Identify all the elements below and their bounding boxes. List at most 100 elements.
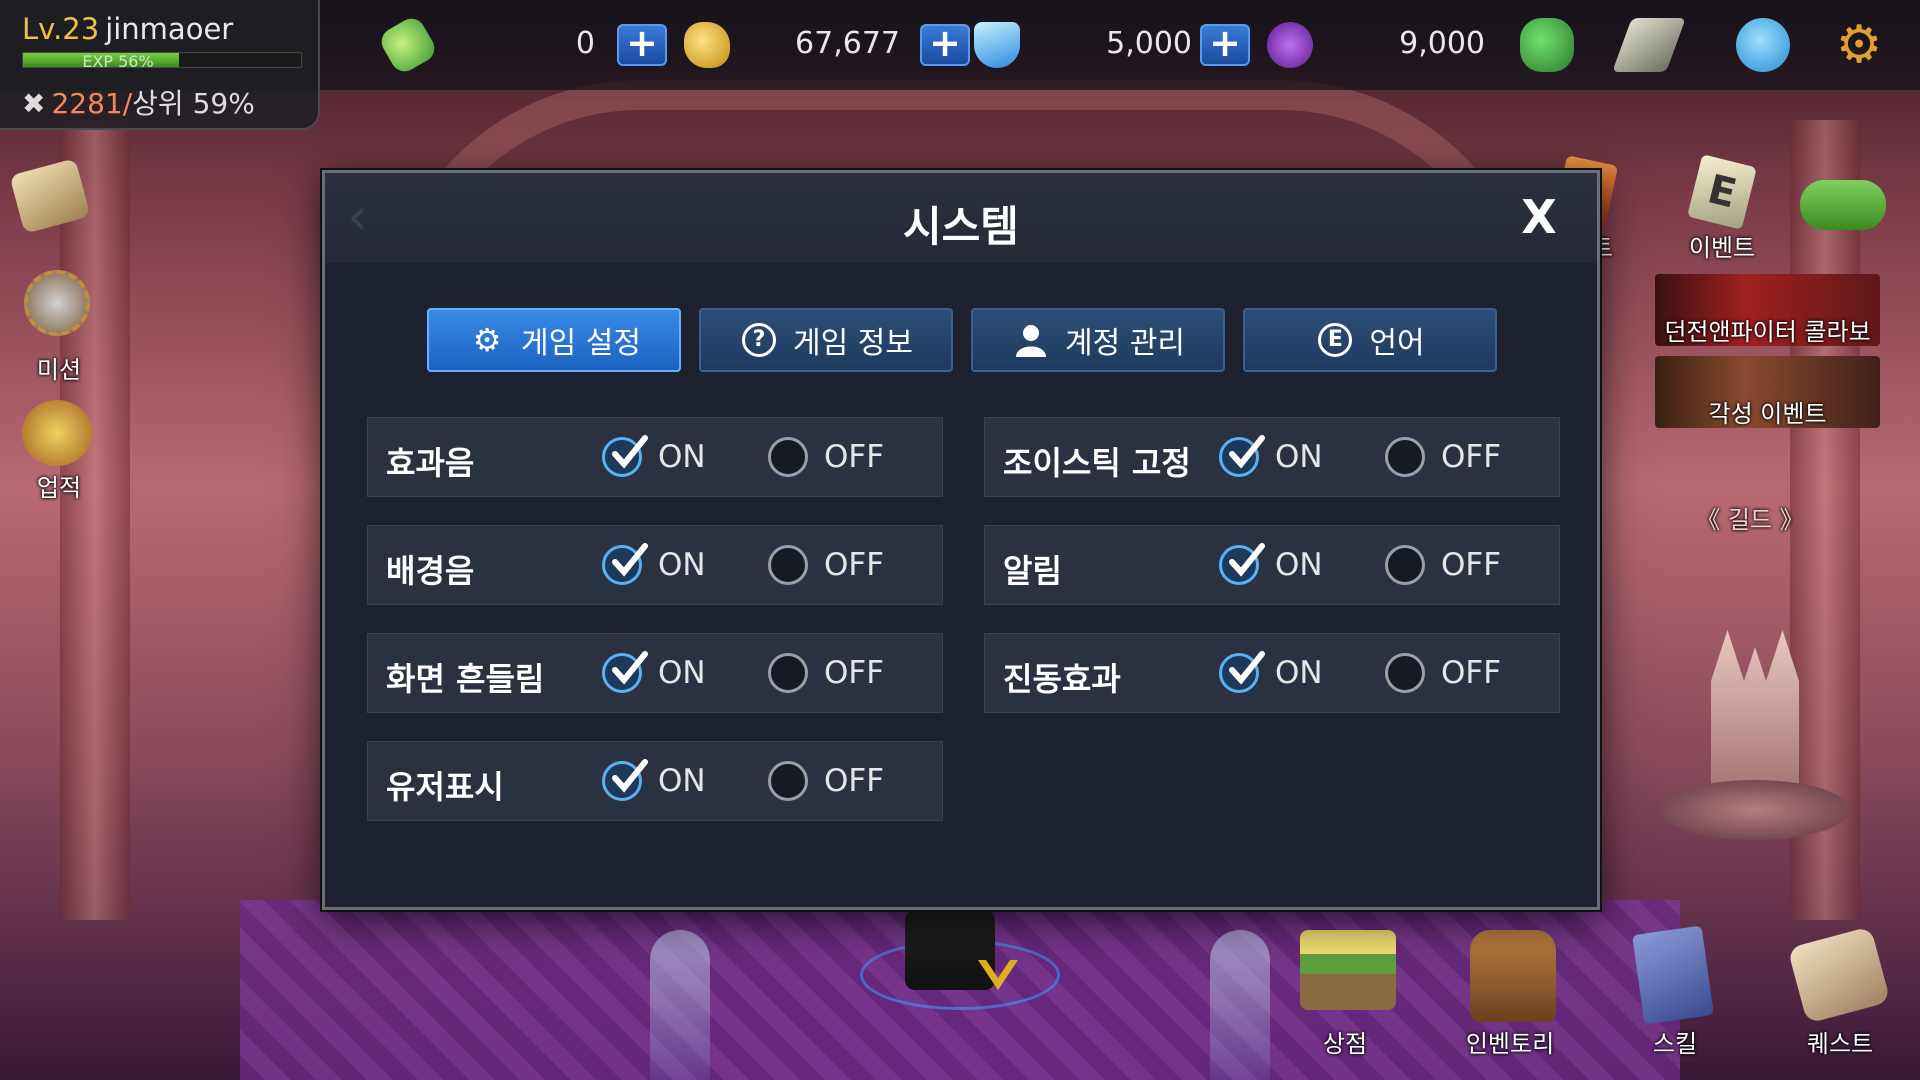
checkmark-icon xyxy=(1219,435,1265,477)
add-stamina-button[interactable]: + xyxy=(617,24,667,66)
off-label: OFF xyxy=(1441,655,1502,691)
checkmark-icon xyxy=(602,543,648,585)
off-option[interactable]: OFF xyxy=(1385,650,1501,696)
rank-percent: 상위 59% xyxy=(132,87,255,120)
gear-icon: ⚙ xyxy=(472,321,502,359)
achievement-label: 업적 xyxy=(36,474,82,502)
off-option[interactable]: OFF xyxy=(1385,542,1501,588)
crystal-value: 9,000 xyxy=(1399,26,1485,61)
on-option[interactable]: ON xyxy=(1219,650,1323,696)
tab-game-settings[interactable]: ⚙ 게임 설정 xyxy=(427,308,681,372)
question-icon: ? xyxy=(739,320,779,360)
player-profile[interactable]: Lv.23 jinmaoer EXP 56% ✖ 2281/상위 59% xyxy=(0,0,320,130)
close-button[interactable]: X xyxy=(1509,187,1569,247)
scroll-icon xyxy=(9,158,91,234)
add-gold-button[interactable]: + xyxy=(920,24,970,66)
setting-label: 알림 xyxy=(1003,552,1062,590)
on-option[interactable]: ON xyxy=(602,758,706,804)
setting-label: 유저표시 xyxy=(386,768,504,806)
tab-label: 언어 xyxy=(1369,326,1425,361)
tab-game-info[interactable]: ? 게임 정보 xyxy=(699,308,953,372)
player-character[interactable] xyxy=(905,910,995,990)
on-option[interactable]: ON xyxy=(602,434,706,480)
on-label: ON xyxy=(1275,655,1323,691)
chat-bubble-icon[interactable] xyxy=(1736,18,1790,72)
off-label: OFF xyxy=(824,655,885,691)
setting-label: 효과음 xyxy=(386,444,475,482)
setting-label: 화면 흔들림 xyxy=(386,660,545,698)
tab-account-management[interactable]: 계정 관리 xyxy=(971,308,1225,372)
dialog-header: ‹ 시스템 X xyxy=(325,173,1597,263)
tab-label: 계정 관리 xyxy=(1065,326,1185,361)
radio-empty-icon xyxy=(768,437,808,477)
guild-button[interactable]: 《 길드 》 xyxy=(1680,500,1820,540)
gamepad-button[interactable] xyxy=(1800,180,1886,240)
on-label: ON xyxy=(658,655,706,691)
skill-label: 스킬 xyxy=(1652,1030,1698,1058)
tab-label: 게임 정보 xyxy=(793,326,913,361)
quest-scroll-icon-left[interactable] xyxy=(9,158,91,240)
collab-banner-label: 던전앤파이터 콜라보 xyxy=(1664,318,1871,346)
on-label: ON xyxy=(658,763,706,799)
settings-gear-icon[interactable]: ⚙ xyxy=(1832,18,1886,72)
gold-coin-icon xyxy=(684,22,730,68)
purple-crystal-icon xyxy=(1267,22,1313,68)
achievement-button[interactable]: 업적 xyxy=(14,400,104,510)
shop-button[interactable]: 상점 xyxy=(1290,930,1400,1060)
gold-counter: 67,677 + xyxy=(680,18,970,70)
quest-label: 퀘스트 xyxy=(1806,1030,1874,1058)
setting-row-notifications: 알림 ON OFF xyxy=(984,525,1560,605)
off-label: OFF xyxy=(824,439,885,475)
user-icon xyxy=(1011,320,1051,360)
castle-pedestal xyxy=(1660,780,1850,840)
character-icon[interactable] xyxy=(1520,18,1574,72)
off-option[interactable]: OFF xyxy=(768,650,884,696)
awakening-banner[interactable]: 각성 이벤트 xyxy=(1655,356,1880,428)
shop-label: 상점 xyxy=(1322,1030,1368,1058)
setting-label: 진동효과 xyxy=(1003,660,1121,698)
quest-scroll-icon xyxy=(1787,926,1891,1024)
radio-empty-icon xyxy=(1385,437,1425,477)
inventory-button[interactable]: 인벤토리 xyxy=(1440,930,1580,1060)
radio-empty-icon xyxy=(1385,545,1425,585)
radio-empty-icon xyxy=(768,653,808,693)
event-label-2: 이벤트 xyxy=(1688,234,1756,262)
skill-button[interactable]: 스킬 xyxy=(1620,925,1730,1060)
tab-language[interactable]: E 언어 xyxy=(1243,308,1497,372)
event-e-book-icon: E xyxy=(1687,154,1757,230)
off-option[interactable]: OFF xyxy=(768,542,884,588)
achievement-medal-icon xyxy=(22,400,92,466)
shop-stall-icon xyxy=(1300,930,1396,1010)
off-option[interactable]: OFF xyxy=(1385,434,1501,480)
guild-label: 《 길드 》 xyxy=(1696,506,1804,534)
event-button-2[interactable]: E 이벤트 xyxy=(1672,154,1772,262)
exp-bar: EXP 56% xyxy=(22,52,302,71)
background-pillar xyxy=(60,120,130,920)
checkmark-icon xyxy=(602,759,648,801)
on-option[interactable]: ON xyxy=(1219,542,1323,588)
dialog-title: 시스템 xyxy=(903,202,1019,251)
setting-row-screen-shake: 화면 흔들림 ON OFF xyxy=(367,633,943,713)
quest-button[interactable]: 퀘스트 xyxy=(1780,926,1900,1060)
on-label: ON xyxy=(1275,439,1323,475)
off-option[interactable]: OFF xyxy=(768,434,884,480)
on-option[interactable]: ON xyxy=(602,650,706,696)
gamepad-icon xyxy=(1800,180,1886,230)
setting-row-vibration: 진동효과 ON OFF xyxy=(984,633,1560,713)
player-name: jinmaoer xyxy=(105,12,234,46)
mission-gear-icon xyxy=(24,270,90,336)
off-option[interactable]: OFF xyxy=(768,758,884,804)
castle-decoration xyxy=(1660,610,1860,850)
castle-icon xyxy=(1711,630,1799,800)
off-label: OFF xyxy=(1441,547,1502,583)
mission-button[interactable]: 미션 xyxy=(14,270,104,384)
on-option[interactable]: ON xyxy=(1219,434,1323,480)
stamina-icon xyxy=(376,13,440,77)
off-label: OFF xyxy=(1441,439,1502,475)
on-option[interactable]: ON xyxy=(602,542,706,588)
collab-banner[interactable]: 던전앤파이터 콜라보 xyxy=(1655,274,1880,346)
setting-row-user-display: 유저표시 ON OFF xyxy=(367,741,943,821)
gold-value: 67,677 xyxy=(795,26,900,61)
add-gem-button[interactable]: + xyxy=(1200,24,1250,66)
inventory-label: 인벤토리 xyxy=(1465,1030,1555,1058)
